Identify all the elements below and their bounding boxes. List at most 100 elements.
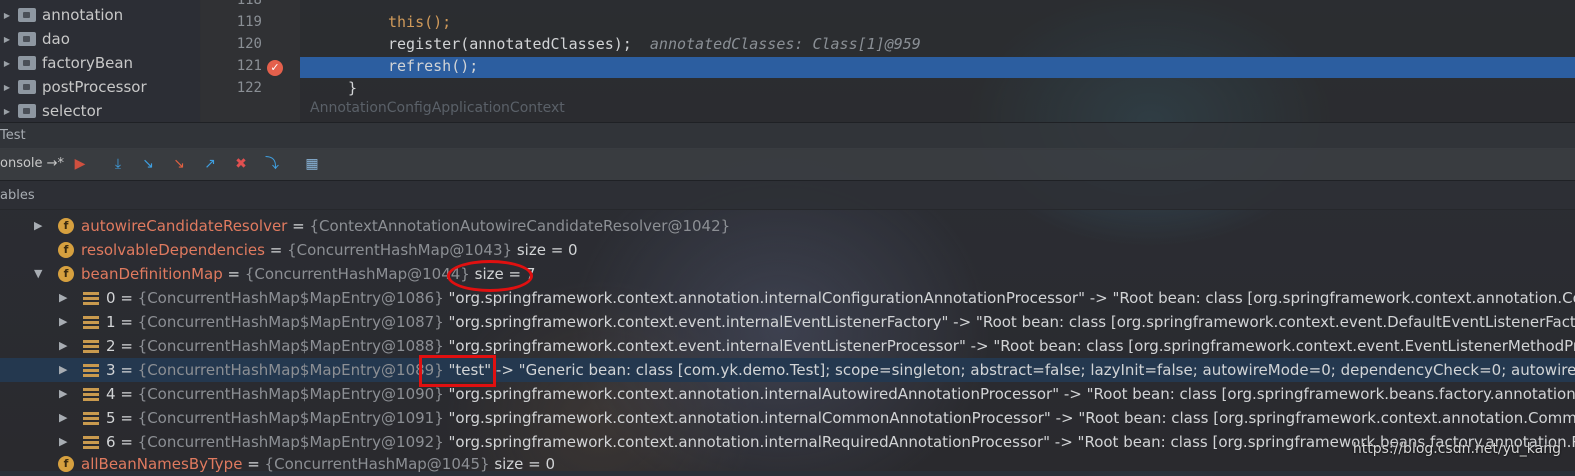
tree-item-annotation[interactable]: ▶ annotation — [0, 3, 123, 27]
expand-arrow-icon[interactable]: ▶ — [0, 107, 14, 116]
entry-index: 1 — [106, 313, 116, 331]
tree-item-label: dao — [42, 30, 70, 48]
entry-index: 4 — [106, 385, 116, 403]
tree-item-postprocessor[interactable]: ▶ postProcessor — [0, 75, 147, 99]
entry-detail: "org.springframework.context.event.inter… — [448, 313, 1575, 331]
red-ellipse-annotation — [447, 260, 533, 292]
entry-text: 3 = {ConcurrentHashMap$MapEntry@1089} "t… — [106, 358, 1575, 382]
expand-arrow-icon[interactable]: ▶ — [59, 430, 67, 454]
folder-icon — [18, 8, 36, 22]
evaluate-icon[interactable]: ▦ — [302, 155, 322, 173]
map-entry-row[interactable]: ▶ 6 = {ConcurrentHashMap$MapEntry@1092} … — [0, 430, 1575, 454]
breakpoint-icon[interactable]: ✓ — [267, 60, 283, 76]
expand-arrow-icon[interactable]: ▶ — [0, 59, 14, 68]
tree-item-selector[interactable]: ▶ selector — [0, 99, 102, 123]
tree-item-dao[interactable]: ▶ dao — [0, 27, 70, 51]
line-number: 118 — [236, 0, 262, 8]
map-entry-row[interactable]: ▶ 0 = {ConcurrentHashMap$MapEntry@1086} … — [0, 286, 1575, 310]
variable-text: resolvableDependencies = {ConcurrentHash… — [81, 241, 578, 259]
map-entry-row[interactable]: ▶ 1 = {ConcurrentHashMap$MapEntry@1087} … — [0, 310, 1575, 334]
step-out-icon[interactable]: ↗ — [200, 155, 220, 173]
breadcrumb[interactable]: AnnotationConfigApplicationContext — [310, 100, 565, 116]
tree-item-label: postProcessor — [42, 78, 147, 96]
variable-value: {ContextAnnotationAutowireCandidateResol… — [309, 217, 731, 235]
entry-icon — [83, 436, 99, 449]
drop-frame-icon[interactable]: ✖ — [231, 155, 251, 173]
entry-detail: "Generic bean: class [com.yk.demo.Test];… — [518, 361, 1575, 379]
entry-icon — [83, 364, 99, 377]
variable-name: beanDefinitionMap — [81, 265, 223, 283]
code-line-121: refresh(); — [388, 57, 479, 75]
expand-arrow-icon[interactable]: ▶ — [59, 406, 67, 430]
show-execution-point-icon[interactable]: ▶ — [70, 155, 90, 173]
debug-tab-title[interactable]: Test — [0, 128, 26, 143]
variables-tab[interactable]: ables — [0, 188, 35, 203]
variable-row[interactable]: f allBeanNamesByType = {ConcurrentHashMa… — [0, 452, 1575, 476]
entry-icon — [83, 412, 99, 425]
code-line-120: register(annotatedClasses); annotatedCla… — [388, 35, 921, 53]
expand-arrow-icon[interactable]: ▶ — [59, 382, 67, 406]
debug-tab-bar — [0, 122, 1575, 150]
run-to-cursor-icon[interactable]: ⤵ — [262, 155, 282, 173]
variable-row[interactable]: ▼ f beanDefinitionMap = {ConcurrentHashM… — [0, 262, 1575, 286]
field-icon: f — [58, 242, 74, 258]
code-line-119: this(); — [388, 13, 452, 31]
entry-icon — [83, 388, 99, 401]
entry-text: 2 = {ConcurrentHashMap$MapEntry@1088} "o… — [106, 334, 1575, 358]
entry-ref: {ConcurrentHashMap$MapEntry@1088} — [137, 337, 444, 355]
map-entry-row[interactable]: ▶ 2 = {ConcurrentHashMap$MapEntry@1088} … — [0, 334, 1575, 358]
step-into-icon[interactable]: ↘ — [138, 155, 158, 173]
expand-arrow-icon[interactable]: ▶ — [59, 286, 67, 310]
entry-icon — [83, 292, 99, 305]
entry-text: 5 = {ConcurrentHashMap$MapEntry@1091} "o… — [106, 406, 1575, 430]
variable-row[interactable]: f resolvableDependencies = {ConcurrentHa… — [0, 238, 1575, 262]
collapse-arrow-icon[interactable]: ▼ — [34, 262, 42, 286]
map-entry-row[interactable]: ▶ 5 = {ConcurrentHashMap$MapEntry@1091} … — [0, 406, 1575, 430]
variable-value: {ConcurrentHashMap@1045} — [264, 455, 490, 473]
expand-arrow-icon[interactable]: ▶ — [0, 11, 14, 20]
expand-arrow-icon[interactable]: ▶ — [59, 358, 67, 382]
map-entry-row[interactable]: ▶ 4 = {ConcurrentHashMap$MapEntry@1090} … — [0, 382, 1575, 406]
watermark: https://blog.csdn.net/yu_kang — [1352, 441, 1561, 457]
variables-header — [0, 181, 1575, 210]
entry-ref: {ConcurrentHashMap$MapEntry@1092} — [137, 433, 444, 451]
variable-row[interactable]: ▶ f autowireCandidateResolver = {Context… — [0, 214, 1575, 238]
step-over-icon[interactable]: ⤓ — [108, 155, 128, 173]
entry-icon — [83, 340, 99, 353]
entry-index: 6 — [106, 433, 116, 451]
expand-arrow-icon[interactable]: ▶ — [59, 334, 67, 358]
variable-name: autowireCandidateResolver — [81, 217, 288, 235]
variable-size: size = 0 — [516, 241, 578, 259]
line-number: 121 — [236, 58, 262, 74]
console-tab[interactable]: onsole →* — [0, 156, 64, 171]
entry-ref: {ConcurrentHashMap$MapEntry@1090} — [137, 385, 444, 403]
variable-text: autowireCandidateResolver = {ContextAnno… — [81, 217, 731, 235]
entry-index: 0 — [106, 289, 116, 307]
map-entry-row-selected[interactable]: ▶ 3 = {ConcurrentHashMap$MapEntry@1089} … — [0, 358, 1575, 382]
code-text: register(annotatedClasses); — [388, 35, 632, 53]
tree-item-factorybean[interactable]: ▶ factoryBean — [0, 51, 133, 75]
field-icon: f — [58, 218, 74, 234]
expand-arrow-icon[interactable]: ▶ — [0, 83, 14, 92]
entry-index: 2 — [106, 337, 116, 355]
variable-name: resolvableDependencies — [81, 241, 265, 259]
current-execution-line — [300, 57, 1575, 78]
entry-text: 4 = {ConcurrentHashMap$MapEntry@1090} "o… — [106, 382, 1575, 406]
line-number: 119 — [236, 14, 262, 30]
expand-arrow-icon[interactable]: ▶ — [0, 35, 14, 44]
entry-detail: "org.springframework.context.event.inter… — [448, 337, 1575, 355]
entry-text: 0 = {ConcurrentHashMap$MapEntry@1086} "o… — [106, 286, 1575, 310]
entry-text: 1 = {ConcurrentHashMap$MapEntry@1087} "o… — [106, 310, 1575, 334]
entry-index: 5 — [106, 409, 116, 427]
tree-item-label: factoryBean — [42, 54, 134, 72]
folder-icon — [18, 32, 36, 46]
folder-icon — [18, 80, 36, 94]
field-icon: f — [58, 266, 74, 282]
expand-arrow-icon[interactable]: ▶ — [34, 214, 42, 238]
entry-index: 3 — [106, 361, 116, 379]
code-line-122: } — [348, 79, 358, 97]
variable-text: allBeanNamesByType = {ConcurrentHashMap@… — [81, 455, 556, 473]
force-step-into-icon[interactable]: ↘ — [169, 155, 189, 173]
expand-arrow-icon[interactable]: ▶ — [59, 310, 67, 334]
entry-detail: "org.springframework.context.annotation.… — [448, 289, 1575, 307]
